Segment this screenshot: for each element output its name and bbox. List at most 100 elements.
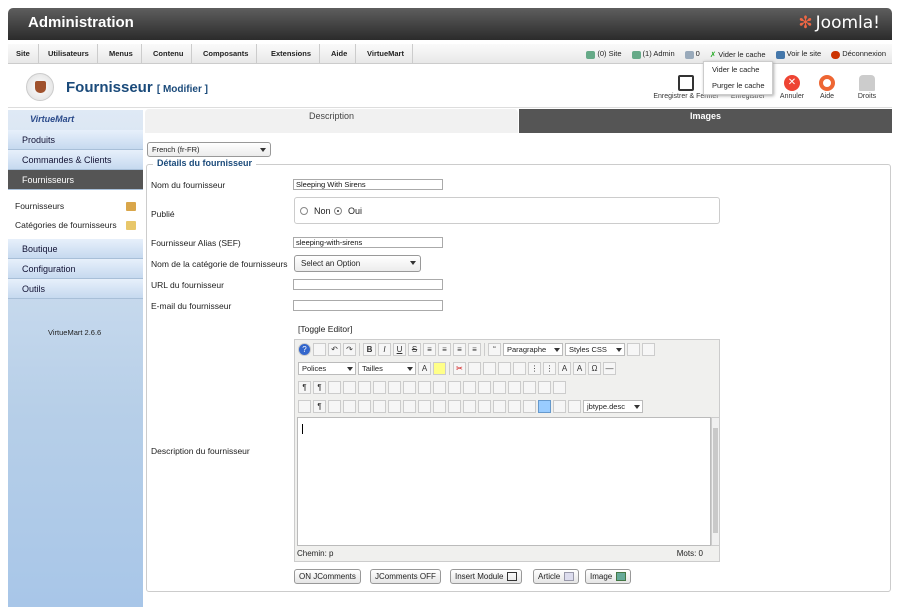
menu-virtuemart[interactable]: VirtueMart — [359, 44, 413, 64]
copy-icon[interactable] — [468, 362, 481, 375]
help-button[interactable]: Aide — [816, 75, 838, 100]
menu-menus[interactable]: Menus — [101, 44, 142, 64]
menu-extensions[interactable]: Extensions — [263, 44, 321, 64]
font-size-select[interactable]: Tailles — [358, 362, 416, 375]
menu-users[interactable]: Utilisateurs — [40, 44, 98, 64]
ins-icon[interactable] — [433, 400, 446, 413]
print-icon[interactable] — [373, 381, 386, 394]
block-icon[interactable] — [553, 400, 566, 413]
image-icon[interactable] — [418, 381, 431, 394]
insert-col-icon[interactable] — [508, 381, 521, 394]
sidebar-item-products[interactable]: Produits — [8, 130, 143, 150]
abbr-icon[interactable] — [388, 400, 401, 413]
attribs-icon[interactable] — [448, 400, 461, 413]
find-icon[interactable] — [388, 381, 401, 394]
code-icon[interactable] — [358, 381, 371, 394]
submenu-vendor-categories[interactable]: Catégories de fournisseurs — [8, 216, 143, 235]
insert-row-icon[interactable] — [478, 381, 491, 394]
email-input[interactable] — [293, 300, 443, 311]
menu-components[interactable]: Composants — [195, 44, 258, 64]
acronym-icon[interactable] — [403, 400, 416, 413]
unordered-list-icon[interactable]: ⋮ — [528, 362, 541, 375]
italic-icon[interactable]: I — [378, 343, 391, 356]
template-icon[interactable] — [328, 400, 341, 413]
sidebar-item-orders[interactable]: Commandes & Clients — [8, 150, 143, 170]
image-button[interactable]: Image — [585, 569, 632, 584]
submenu-vendors[interactable]: Fournisseurs — [8, 197, 143, 216]
tab-images[interactable]: Images — [519, 109, 892, 133]
strikethrough-icon[interactable]: S — [408, 343, 421, 356]
underline-icon[interactable]: U — [393, 343, 406, 356]
align-left-icon[interactable]: ≡ — [453, 343, 466, 356]
fullscreen-icon[interactable] — [328, 381, 341, 394]
language-select[interactable]: French (fr-FR) — [147, 142, 271, 157]
font-family-select[interactable]: Polices — [298, 362, 356, 375]
admin-users[interactable]: (1) Admin — [631, 49, 675, 59]
tab-description[interactable]: Description — [145, 109, 518, 133]
spellcheck-icon[interactable] — [538, 400, 551, 413]
rights-button[interactable]: Droits — [854, 75, 880, 100]
visual-aid-icon[interactable] — [298, 400, 311, 413]
view-site-link[interactable]: Voir le site — [775, 49, 821, 59]
eraser-icon[interactable] — [627, 343, 640, 356]
on-jcomments-button[interactable]: ON JComments — [294, 569, 361, 584]
highlight-color-icon[interactable] — [433, 362, 446, 375]
insert-module-button[interactable]: Insert Module — [450, 569, 523, 584]
anchor-icon[interactable] — [478, 400, 491, 413]
row-props-icon[interactable] — [448, 381, 461, 394]
undo-icon[interactable]: ↶ — [328, 343, 341, 356]
cancel-button[interactable]: ✕ Annuler — [776, 75, 808, 100]
superscript-icon[interactable]: A — [573, 362, 586, 375]
site-users[interactable]: (0) Site — [586, 49, 622, 59]
category-select[interactable]: Select an Option — [294, 255, 421, 272]
nonbreaking-icon[interactable] — [568, 400, 581, 413]
sidebar-item-vendors[interactable]: Fournisseurs — [8, 170, 143, 190]
sidebar-item-shop[interactable]: Boutique — [8, 239, 143, 259]
scrollbar-thumb[interactable] — [713, 428, 718, 533]
editor-content-area[interactable] — [297, 417, 711, 546]
alias-input[interactable]: sleeping-with-sirens — [293, 237, 443, 248]
published-yes-radio[interactable] — [334, 207, 342, 215]
redo-icon[interactable]: ↷ — [343, 343, 356, 356]
cut-icon[interactable]: ✂ — [453, 362, 466, 375]
editor-scrollbar[interactable] — [711, 417, 720, 546]
menu-help[interactable]: Aide — [323, 44, 357, 64]
cell-props-icon[interactable] — [463, 381, 476, 394]
published-no-radio[interactable] — [300, 207, 308, 215]
align-justify-icon[interactable]: ≡ — [423, 343, 436, 356]
paste-text-icon[interactable] — [498, 362, 511, 375]
article-button[interactable]: Article — [533, 569, 580, 584]
split-cells-icon[interactable] — [538, 381, 551, 394]
subscript-icon[interactable]: A — [558, 362, 571, 375]
vendor-name-input[interactable]: Sleeping With Sirens — [293, 179, 443, 190]
url-input[interactable] — [293, 279, 443, 290]
css-styles-select[interactable]: Styles CSS — [565, 343, 625, 356]
menu-content[interactable]: Contenu — [145, 44, 193, 64]
paragraph-mark-icon[interactable]: ¶ — [313, 400, 326, 413]
clear-cache-option[interactable]: Vider le cache — [704, 62, 772, 78]
bold-icon[interactable]: B — [363, 343, 376, 356]
purge-cache-option[interactable]: Purger le cache — [704, 78, 772, 94]
unlink-icon[interactable] — [508, 400, 521, 413]
replace-icon[interactable] — [403, 381, 416, 394]
class-select[interactable]: jbtype.desc — [583, 400, 643, 413]
delete-row-icon[interactable] — [493, 381, 506, 394]
horizontal-rule-icon[interactable]: — — [603, 362, 616, 375]
ltr-icon[interactable]: ¶ — [298, 381, 311, 394]
del-icon[interactable] — [418, 400, 431, 413]
layer-icon[interactable] — [343, 400, 356, 413]
delete-col-icon[interactable] — [523, 381, 536, 394]
jcomments-off-button[interactable]: JComments OFF — [370, 569, 441, 584]
ordered-list-icon[interactable]: ⋮ — [543, 362, 556, 375]
menu-site[interactable]: Site — [8, 44, 39, 64]
align-right-icon[interactable]: ≡ — [468, 343, 481, 356]
table-icon[interactable] — [433, 381, 446, 394]
merge-cells-icon[interactable] — [553, 381, 566, 394]
emoticon-icon[interactable] — [523, 400, 536, 413]
link-icon[interactable] — [493, 400, 506, 413]
media-icon[interactable] — [463, 400, 476, 413]
logout-link[interactable]: Déconnexion — [831, 49, 886, 59]
messages[interactable]: 0 — [684, 49, 700, 59]
sidebar-item-tools[interactable]: Outils — [8, 279, 143, 299]
text-color-icon[interactable]: A — [418, 362, 431, 375]
